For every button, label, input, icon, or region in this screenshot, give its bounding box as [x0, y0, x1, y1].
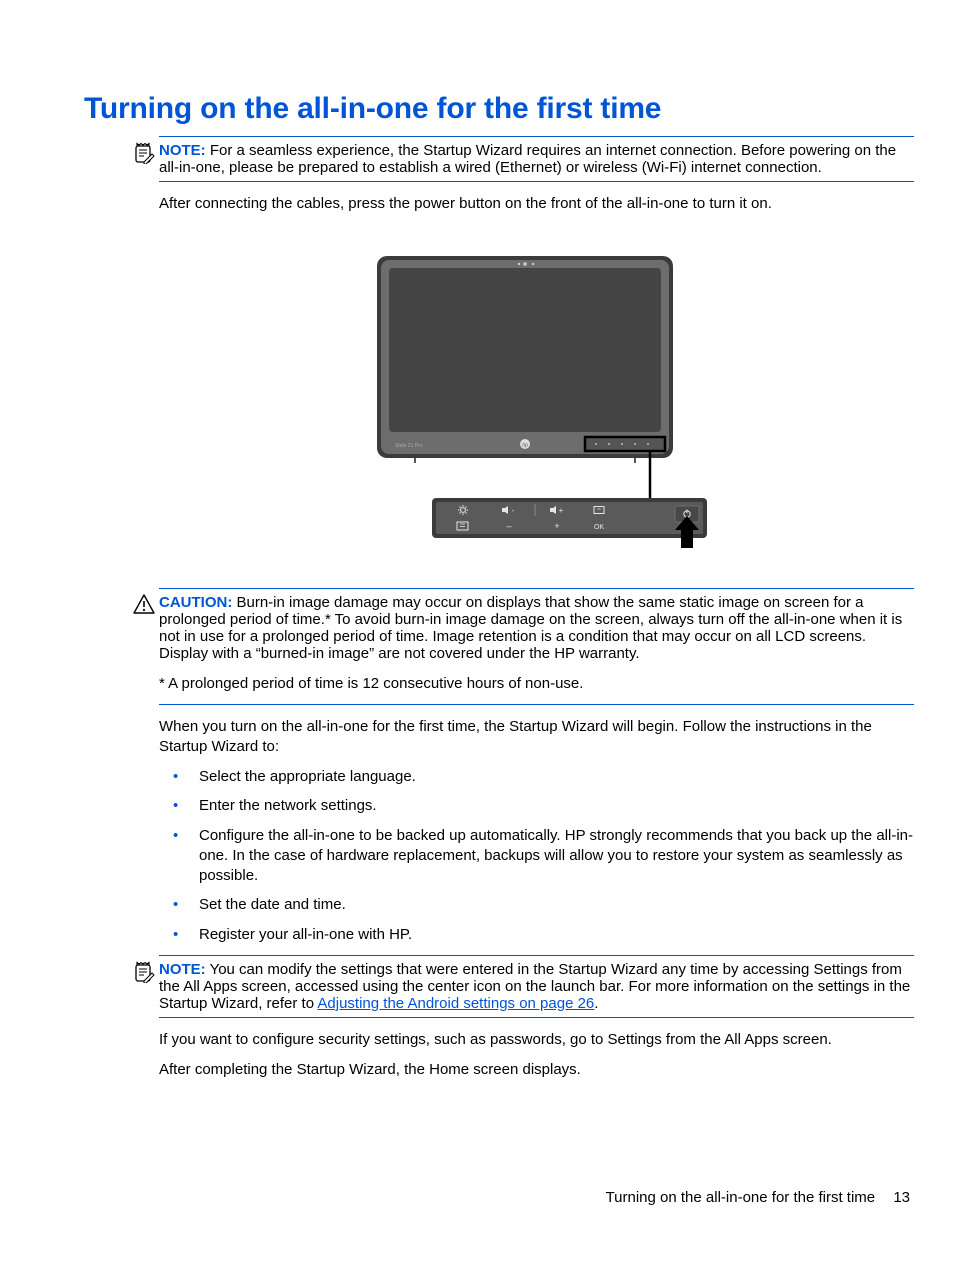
svg-text:Slate 21 Pro: Slate 21 Pro: [395, 443, 423, 449]
wizard-steps-list: Select the appropriate language. Enter t…: [159, 767, 914, 945]
paragraph: After completing the Startup Wizard, the…: [159, 1060, 914, 1080]
page-footer: Turning on the all-in-one for the first …: [606, 1189, 910, 1206]
caution-text: Burn-in image damage may occur on displa…: [159, 594, 902, 662]
product-illustration: Slate 21 Pro hp: [367, 254, 707, 558]
note-callout: NOTE: For a seamless experience, the Sta…: [159, 136, 914, 182]
svg-text:OK: OK: [593, 524, 603, 531]
list-item: Select the appropriate language.: [159, 767, 914, 787]
list-item: Register your all-in-one with HP.: [159, 925, 914, 945]
svg-text:+: +: [554, 521, 559, 531]
cross-reference-link[interactable]: Adjusting the Android settings on page 2…: [317, 995, 594, 1012]
caution-callout: CAUTION: Burn-in image damage may occur …: [159, 588, 914, 704]
svg-text:-: -: [511, 506, 514, 515]
note-text-post: .: [594, 995, 598, 1012]
note-icon: [133, 142, 155, 164]
note-text: For a seamless experience, the Startup W…: [159, 142, 896, 176]
list-item: Enter the network settings.: [159, 796, 914, 816]
caution-icon: [133, 594, 155, 616]
note-label: NOTE:: [159, 142, 206, 159]
svg-text:hp: hp: [522, 443, 528, 449]
note-callout: NOTE: You can modify the settings that w…: [159, 955, 914, 1018]
list-item: Set the date and time.: [159, 895, 914, 915]
page-title: Turning on the all-in-one for the first …: [84, 92, 914, 126]
caution-label: CAUTION:: [159, 594, 232, 611]
note-label: NOTE:: [159, 961, 206, 978]
list-item: Configure the all-in-one to be backed up…: [159, 826, 914, 887]
svg-text:–: –: [506, 521, 511, 531]
paragraph: When you turn on the all-in-one for the …: [159, 717, 914, 758]
caution-footnote: * A prolonged period of time is 12 conse…: [159, 674, 914, 694]
footer-text: Turning on the all-in-one for the first …: [606, 1189, 876, 1206]
paragraph: After connecting the cables, press the p…: [159, 194, 914, 214]
paragraph: If you want to configure security settin…: [159, 1030, 914, 1050]
svg-text:+: +: [558, 506, 563, 515]
note-icon: [133, 961, 155, 983]
page-number: 13: [893, 1189, 910, 1206]
